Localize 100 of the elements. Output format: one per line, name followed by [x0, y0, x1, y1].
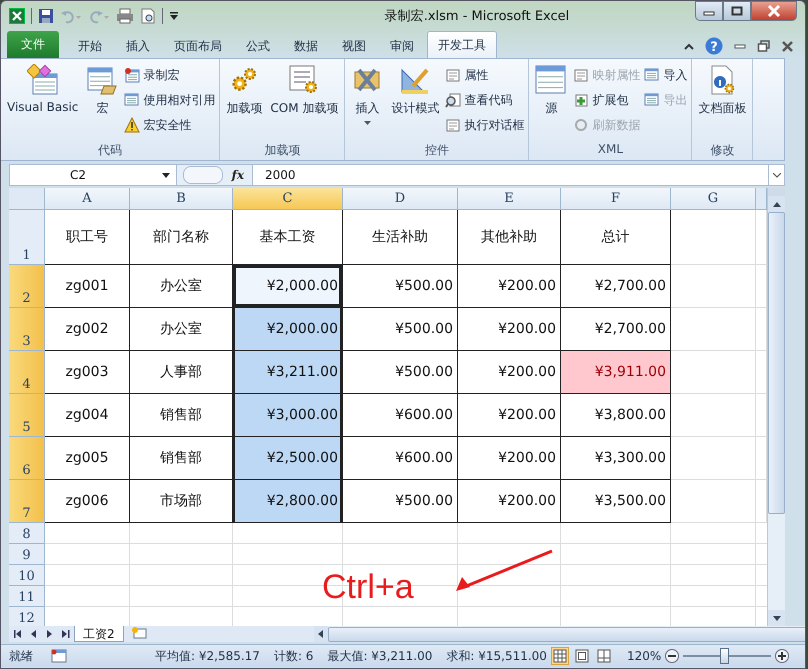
row-header[interactable]: 12 — [9, 607, 45, 626]
zoom-slider-thumb[interactable] — [720, 648, 729, 664]
ribbon-button[interactable]: 文档面板 — [696, 62, 748, 122]
print-preview-icon — [140, 8, 156, 24]
refresh-icon — [573, 117, 590, 133]
table-cell: 生活补助 — [343, 210, 458, 265]
table-cell: zg005 — [45, 437, 130, 480]
table-cell: ¥200.00 — [458, 308, 561, 351]
ribbon-button[interactable]: 插入 — [349, 62, 386, 127]
group-label: 代码 — [97, 142, 124, 159]
table-cell: ¥3,300.00 — [561, 437, 671, 480]
row-header[interactable]: 3 — [9, 308, 45, 351]
expand-button[interactable] — [768, 165, 784, 185]
form-icon — [445, 67, 462, 83]
table-cell: 职工号 — [45, 210, 130, 265]
column-header[interactable]: F — [561, 188, 671, 210]
group-label: 加载项 — [263, 142, 302, 159]
zoom-out-button[interactable] — [665, 649, 680, 663]
ribbon-button[interactable]: 源 — [533, 62, 570, 122]
sheet-tab[interactable]: 工资2 — [74, 626, 124, 642]
table-cell: ¥2,700.00 — [561, 265, 671, 308]
help-icon: ? — [705, 37, 723, 55]
table-cell: ¥3,000.00 — [233, 394, 343, 437]
table-cell: ¥200.00 — [458, 265, 561, 308]
arrow-down-icon — [772, 616, 780, 620]
row-header[interactable]: 11 — [9, 586, 45, 607]
table-cell: zg003 — [45, 351, 130, 394]
table-cell: ¥2,000.00 — [233, 265, 343, 308]
ribbon-button[interactable]: 查看代码 — [445, 89, 524, 111]
zoom-in-button[interactable] — [775, 649, 790, 663]
table-cell: ¥200.00 — [458, 394, 561, 437]
table-icon — [644, 92, 660, 108]
horizontal-scrollbar[interactable] — [314, 626, 805, 642]
status-stat: 求和: ¥15,511.00 — [446, 648, 547, 664]
table-cell: ¥3,911.00 — [561, 351, 671, 394]
row-header[interactable]: 7 — [9, 480, 45, 523]
ribbon-button[interactable]: 导入 — [644, 64, 688, 86]
row-header[interactable]: 2 — [9, 265, 45, 308]
row-header[interactable]: 1 — [9, 210, 45, 265]
ribbon-tab[interactable]: 数据 — [283, 34, 329, 58]
ribbon-button[interactable]: 宏 — [84, 62, 120, 122]
page-layout-button[interactable] — [572, 647, 591, 665]
group-label: 控件 — [424, 142, 450, 159]
ribbon-tab[interactable]: 开发工具 — [427, 31, 497, 58]
ribbon-button[interactable]: 宏安全性 — [124, 114, 216, 136]
status-text: 就绪 — [9, 648, 34, 664]
window-title: 录制宏.xlsm - Microsoft Excel — [384, 8, 570, 25]
normal-view-button[interactable] — [550, 647, 569, 665]
table-cell: ¥500.00 — [343, 265, 458, 308]
redo-icon — [88, 8, 110, 24]
ribbon-tab[interactable]: 插入 — [115, 34, 161, 58]
column-header[interactable]: C — [233, 188, 343, 210]
ribbon-button[interactable]: 加载项 — [224, 62, 264, 122]
macro-record-icon — [51, 649, 67, 663]
maximize-icon — [731, 6, 743, 16]
minimize-button[interactable] — [695, 1, 723, 21]
column-header[interactable]: D — [343, 188, 458, 210]
ribbon-tab[interactable]: 视图 — [331, 34, 377, 58]
formula-input[interactable]: 2000 — [252, 165, 768, 185]
row-header[interactable]: 5 — [9, 394, 45, 437]
blocks-table-icon — [26, 64, 59, 96]
column-header[interactable]: E — [458, 188, 561, 210]
form-icon — [445, 117, 462, 133]
ribbon-button[interactable]: COM 加载项 — [268, 62, 340, 122]
table-cell: zg006 — [45, 480, 130, 523]
row-header[interactable]: 10 — [9, 565, 45, 586]
ribbon-button[interactable]: 扩展包 — [573, 89, 640, 111]
ribbon-button[interactable]: 设计模式 — [389, 62, 442, 122]
column-header[interactable]: B — [130, 188, 233, 210]
maximize-button[interactable] — [723, 1, 751, 21]
ribbon-button[interactable]: 录制宏 — [124, 64, 216, 86]
ribbon-button[interactable]: Visual Basic — [5, 62, 80, 122]
ribbon-button[interactable]: 使用相对引用 — [124, 89, 216, 111]
magnifier-icon — [445, 92, 462, 108]
vertical-scrollbar[interactable] — [767, 188, 785, 626]
split-handle[interactable] — [768, 188, 785, 196]
ribbon-tab[interactable]: 页面布局 — [163, 34, 233, 58]
dropdown-caret-icon — [162, 172, 170, 178]
column-header[interactable]: A — [45, 188, 130, 210]
row-header[interactable]: 8 — [9, 523, 45, 544]
page-break-button[interactable] — [594, 647, 613, 665]
column-header[interactable]: G — [671, 188, 756, 210]
ribbon-button[interactable]: 属性 — [445, 64, 524, 86]
minus-icon — [668, 652, 676, 660]
table-icon — [644, 67, 660, 83]
ribbon-tab[interactable]: 文件 — [7, 31, 59, 58]
ribbon-tab[interactable]: 公式 — [235, 34, 281, 58]
ribbon-tab[interactable]: 审阅 — [379, 34, 425, 58]
table-cell: ¥500.00 — [343, 308, 458, 351]
insert-function-button[interactable]: fx — [232, 168, 252, 182]
table-cell: ¥600.00 — [343, 394, 458, 437]
close-button[interactable] — [751, 1, 797, 21]
table-cell: zg002 — [45, 308, 130, 351]
table-cell: ¥500.00 — [343, 351, 458, 394]
ribbon-button[interactable]: 执行对话框 — [445, 114, 524, 136]
ribbon-tab[interactable]: 开始 — [67, 34, 113, 58]
row-header[interactable]: 9 — [9, 544, 45, 565]
annotation-text: Ctrl+a — [322, 568, 414, 607]
row-header[interactable]: 4 — [9, 351, 45, 394]
row-header[interactable]: 6 — [9, 437, 45, 480]
